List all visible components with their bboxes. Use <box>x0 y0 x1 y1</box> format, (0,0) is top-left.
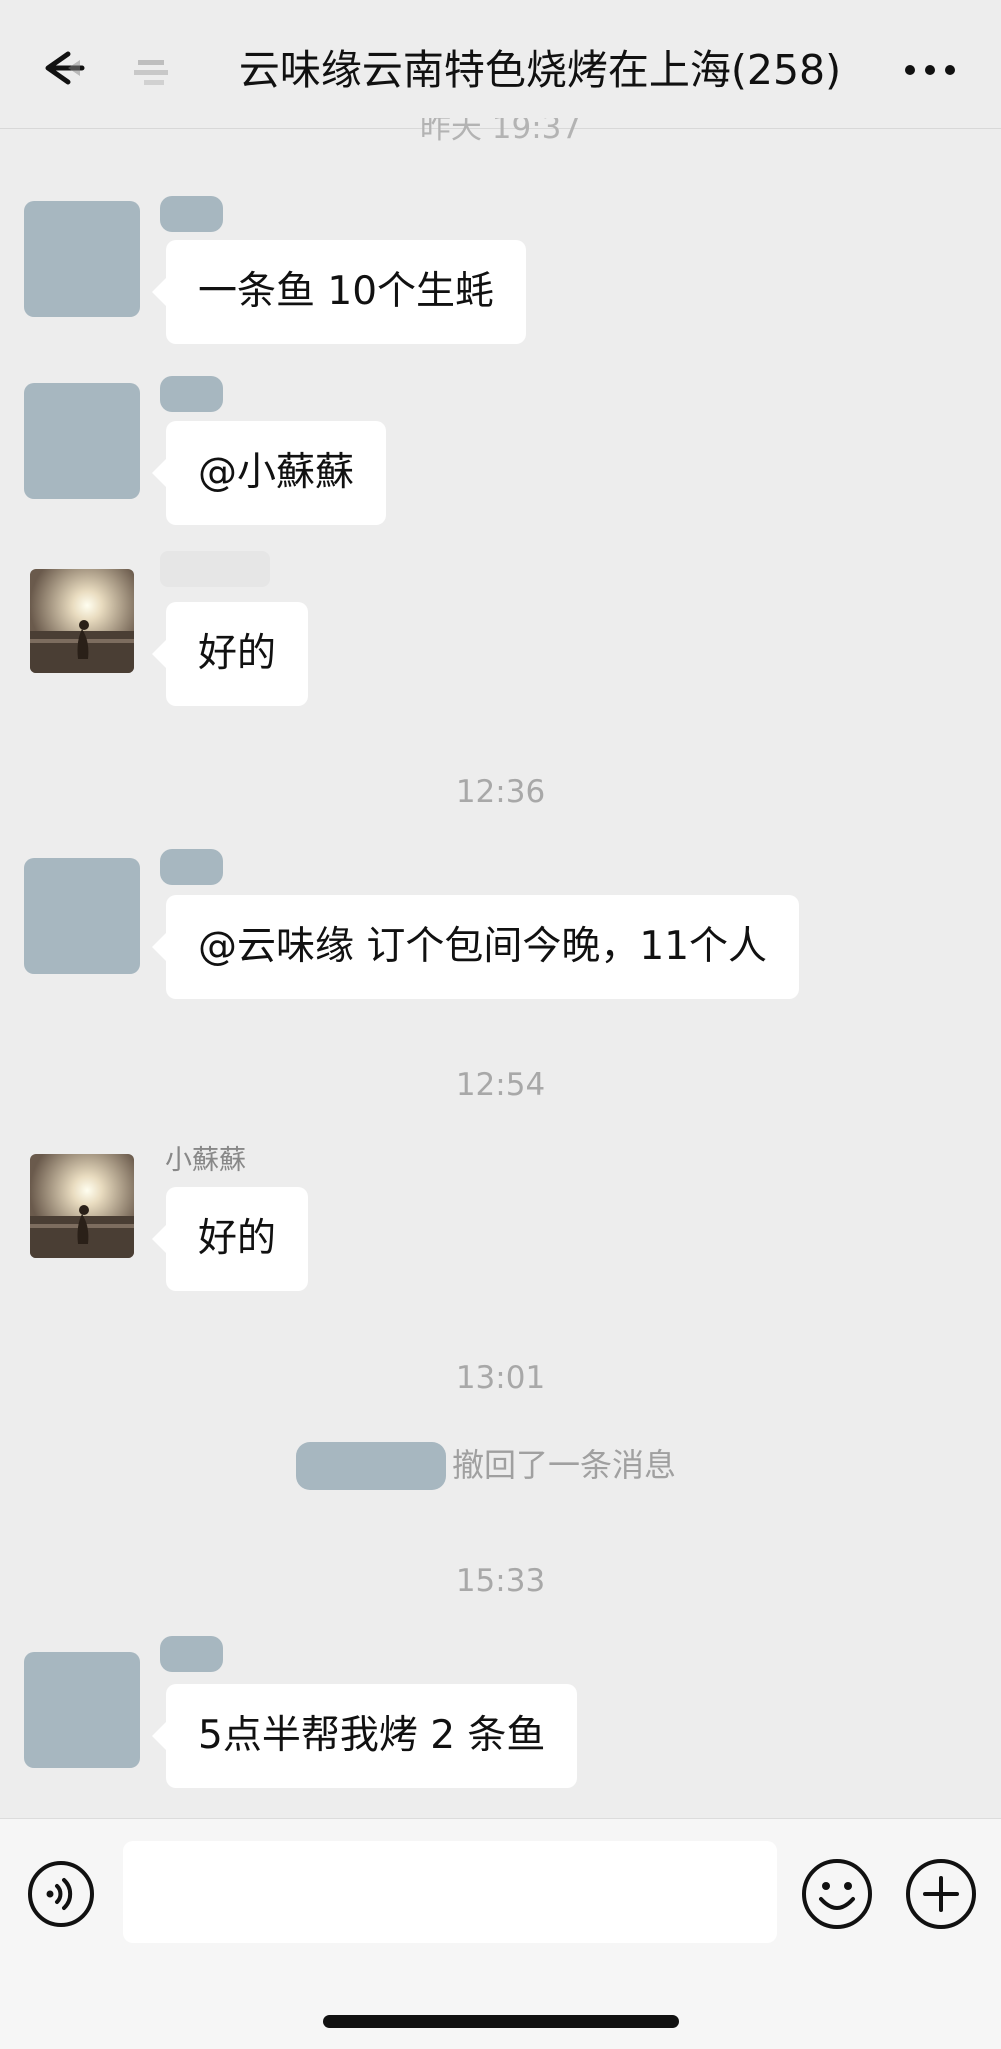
sender-name-redacted <box>160 376 223 412</box>
avatar-photo[interactable] <box>30 1154 134 1258</box>
emoji-icon[interactable] <box>800 1857 874 1931</box>
home-indicator[interactable] <box>323 2015 679 2028</box>
message-bubble[interactable]: @云味缘 订个包间今晚，11个人 <box>151 895 800 999</box>
avatar-redacted[interactable] <box>24 383 140 499</box>
sender-name-faded <box>160 551 270 587</box>
back-arrow-icon[interactable] <box>38 48 86 88</box>
chat-title: 云味缘云南特色烧烤在上海(258) <box>238 46 842 94</box>
message-bubble[interactable]: 好的 <box>151 602 309 706</box>
avatar-redacted[interactable] <box>24 858 140 974</box>
avatar-redacted[interactable] <box>24 201 140 317</box>
message-input[interactable] <box>123 1841 777 1943</box>
sender-name: 小蘇蘇 <box>165 1145 246 1176</box>
more-dots-icon[interactable] <box>900 50 960 90</box>
voice-icon[interactable] <box>26 1859 96 1929</box>
message-bubble[interactable]: 一条鱼 10个生蚝 <box>151 240 527 344</box>
chat-header: 云味缘云南特色烧烤在上海(258) <box>0 0 1001 129</box>
message-bubble[interactable]: 5点半帮我烤 2 条鱼 <box>151 1684 578 1788</box>
input-bar <box>0 1818 1001 2049</box>
timestamp: 13:01 <box>455 1360 546 1396</box>
timestamp: 12:36 <box>455 774 546 810</box>
avatar-redacted[interactable] <box>24 1652 140 1768</box>
avatar-photo[interactable] <box>30 569 134 673</box>
sender-name-redacted <box>160 196 223 232</box>
faded-icon <box>134 60 168 85</box>
recall-sender-redacted <box>296 1442 446 1490</box>
recall-text: 撤回了一条消息 <box>452 1446 677 1484</box>
recall-notice: 撤回了一条消息 <box>0 1440 1001 1490</box>
plus-icon[interactable] <box>904 1857 978 1931</box>
timestamp: 12:54 <box>455 1067 546 1103</box>
sender-name-redacted <box>160 849 223 885</box>
message-bubble[interactable]: @小蘇蘇 <box>151 421 387 525</box>
sunset-photo-icon <box>30 569 134 673</box>
message-bubble[interactable]: 好的 <box>151 1187 309 1291</box>
timestamp: 15:33 <box>455 1563 546 1599</box>
sunset-photo-icon <box>30 1154 134 1258</box>
partial-timestamp: 昨天 19:37 <box>419 118 582 146</box>
sender-name-redacted <box>160 1636 223 1672</box>
